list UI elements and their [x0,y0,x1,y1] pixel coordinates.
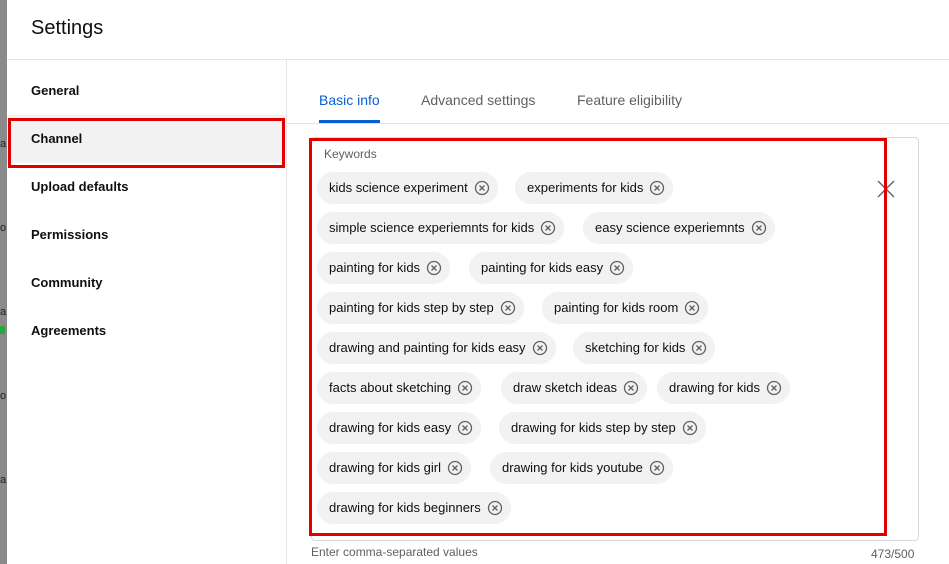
keywords-helper-text: Enter comma-separated values [311,545,478,559]
tab-basic-info[interactable]: Basic info [319,84,380,122]
dialog-title: Settings [31,17,104,39]
sidebar-item-permissions[interactable]: Permissions [7,211,286,259]
tabs-divider [287,123,949,124]
sidebar-item-agreements[interactable]: Agreements [7,307,286,355]
tab-feature-eligibility[interactable]: Feature eligibility [577,84,682,122]
keywords-highlight-box [309,138,887,536]
background-fragment: o [0,222,7,234]
background-fragment: a [0,306,7,318]
background-fragment: a [0,138,7,150]
sidebar-item-general[interactable]: General [7,67,286,115]
background-page-strip: a o a o a [0,0,7,564]
sidebar-item-upload-defaults[interactable]: Upload defaults [7,163,286,211]
settings-dialog: Settings General Channel Upload defaults… [7,0,949,564]
background-green-mark [0,326,5,334]
keywords-character-counter: 473/500 [871,547,915,561]
background-fragment: a [0,474,7,486]
channel-highlight-box [8,118,285,168]
tab-advanced-settings[interactable]: Advanced settings [421,84,535,122]
dialog-header: Settings [7,0,949,60]
sidebar-item-community[interactable]: Community [7,259,286,307]
background-fragment: o [0,390,7,402]
